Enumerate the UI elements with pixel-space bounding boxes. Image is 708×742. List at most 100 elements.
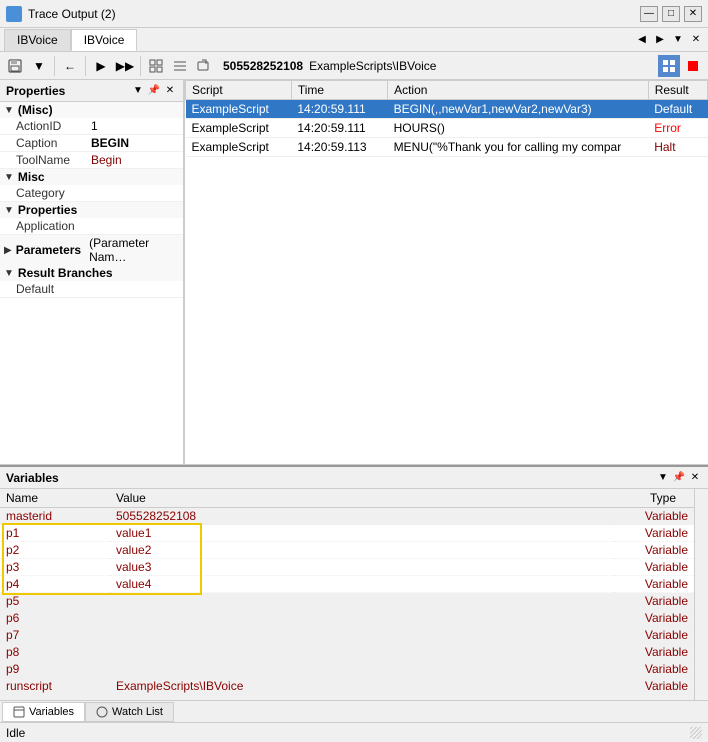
tab-close-button[interactable]: ✕: [688, 32, 704, 48]
tab-watchlist[interactable]: Watch List: [85, 702, 174, 722]
main-toolbar: ▼ ← ▶ ▶▶ 505528252108 ExampleScripts\IBV…: [0, 52, 708, 80]
var-name: p7: [0, 627, 110, 644]
stop-button[interactable]: [682, 55, 704, 77]
minimize-button[interactable]: —: [640, 6, 658, 22]
variable-row[interactable]: p9 Variable: [0, 661, 694, 678]
tab-nav-left[interactable]: ◀: [634, 32, 650, 48]
variables-pin-btn[interactable]: 📌: [672, 471, 686, 485]
params-label: Parameters: [16, 243, 81, 257]
trace-table: Script Time Action Result ExampleScript …: [185, 80, 708, 157]
props-arrow: ▼: [4, 205, 14, 216]
col-script: Script: [186, 81, 292, 100]
variable-row[interactable]: p6 Variable: [0, 610, 694, 627]
section-result-branches[interactable]: ▼ Result Branches: [0, 265, 183, 281]
trace-action: HOURS(): [388, 119, 649, 138]
trace-row[interactable]: ExampleScript 14:20:59.111 BEGIN(,,newVa…: [186, 100, 708, 119]
trace-result: Default: [648, 100, 707, 119]
tab-ibvoice1[interactable]: IBVoice: [4, 29, 71, 51]
var-value: [110, 593, 614, 610]
trace-row[interactable]: ExampleScript 14:20:59.113 MENU("%Thank …: [186, 138, 708, 157]
variable-row[interactable]: p7 Variable: [0, 627, 694, 644]
var-name: p9: [0, 661, 110, 678]
variables-table-container[interactable]: Name Value Type masterid 505528252108 Va…: [0, 489, 694, 700]
var-name: p5: [0, 593, 110, 610]
variable-row[interactable]: p8 Variable: [0, 644, 694, 661]
maximize-button[interactable]: □: [662, 6, 680, 22]
trace-script: ExampleScript: [186, 138, 292, 157]
var-value: value3: [110, 559, 614, 576]
trace-scroll[interactable]: Script Time Action Result ExampleScript …: [185, 80, 708, 464]
trace-time: 14:20:59.111: [291, 119, 387, 138]
grid1-button[interactable]: [145, 55, 167, 77]
properties-pin-btn[interactable]: 📌: [147, 84, 161, 98]
trace-time: 14:20:59.111: [291, 100, 387, 119]
tab-variables-label: Variables: [29, 706, 74, 718]
variable-row[interactable]: masterid 505528252108 Variable: [0, 508, 694, 525]
tab-ibvoice2[interactable]: IBVoice: [71, 29, 138, 51]
status-bar: Idle: [0, 722, 708, 742]
var-name: p2: [0, 542, 110, 559]
grid2-button[interactable]: [169, 55, 191, 77]
var-name: p8: [0, 644, 110, 661]
prop-actionid: ActionID 1: [0, 118, 183, 135]
section-parameters[interactable]: ▶ Parameters (Parameter Nam…: [0, 235, 183, 265]
params-value: (Parameter Nam…: [89, 236, 179, 264]
play-button[interactable]: ▶: [90, 55, 112, 77]
col-var-name: Name: [0, 489, 110, 508]
var-type: Variable: [614, 644, 694, 661]
window-controls: — □ ✕: [640, 6, 702, 22]
prop-caption: Caption BEGIN: [0, 135, 183, 152]
prop-default: Default: [0, 281, 183, 298]
variables-header: Variables ▼ 📌 ✕: [0, 467, 708, 489]
variables-close-btn[interactable]: ✕: [688, 471, 702, 485]
col-var-type: Type: [614, 489, 694, 508]
status-text: Idle: [6, 726, 25, 740]
var-value: [110, 627, 614, 644]
tab-variables[interactable]: Variables: [2, 702, 85, 722]
section-misc[interactable]: ▼ (Misc): [0, 102, 183, 118]
variable-row[interactable]: p2 value2 Variable: [0, 542, 694, 559]
close-button[interactable]: ✕: [684, 6, 702, 22]
properties-close-btn[interactable]: ✕: [163, 84, 177, 98]
var-value: [110, 610, 614, 627]
trace-output-panel: Script Time Action Result ExampleScript …: [185, 80, 708, 464]
var-name: p1: [0, 525, 110, 542]
variables-table: Name Value Type masterid 505528252108 Va…: [0, 489, 694, 695]
misc2-label: Misc: [18, 170, 45, 184]
tab-bar: IBVoice IBVoice ◀ ▶ ▼ ✕: [0, 28, 708, 52]
dropdown-button[interactable]: ▼: [28, 55, 50, 77]
tab-nav-right[interactable]: ▶: [652, 32, 668, 48]
variable-row[interactable]: p4 value4 Variable: [0, 576, 694, 593]
section-misc2[interactable]: ▼ Misc: [0, 169, 183, 185]
trace-row[interactable]: ExampleScript 14:20:59.111 HOURS() Error: [186, 119, 708, 138]
trace-script: ExampleScript: [186, 100, 292, 119]
variables-title: Variables: [6, 471, 59, 485]
var-name: runscript: [0, 678, 110, 695]
misc2-arrow: ▼: [4, 172, 14, 183]
save-button[interactable]: [4, 55, 26, 77]
back-button[interactable]: ←: [59, 55, 81, 77]
var-type: Variable: [614, 525, 694, 542]
variable-row[interactable]: p3 value3 Variable: [0, 559, 694, 576]
properties-dropdown-btn[interactable]: ▼: [131, 84, 145, 98]
variables-dropdown-btn[interactable]: ▼: [656, 471, 670, 485]
var-type: Variable: [614, 576, 694, 593]
play-fast-button[interactable]: ▶▶: [114, 55, 136, 77]
var-type: Variable: [614, 559, 694, 576]
misc-label: (Misc): [18, 103, 53, 117]
resize-grip: [690, 727, 702, 739]
section-props[interactable]: ▼ Properties: [0, 202, 183, 218]
grid-icon-btn[interactable]: [658, 55, 680, 77]
var-type: Variable: [614, 661, 694, 678]
variable-row[interactable]: p1 value1 Variable: [0, 525, 694, 542]
misc-arrow: ▼: [4, 105, 14, 116]
variable-row[interactable]: runscript ExampleScripts\IBVoice Variabl…: [0, 678, 694, 695]
tab-nav-menu[interactable]: ▼: [670, 32, 686, 48]
trace-script: ExampleScript: [186, 119, 292, 138]
main-area: Properties ▼ 📌 ✕ ▼ (Misc) ActionID 1 Cap…: [0, 80, 708, 465]
var-value: ExampleScripts\IBVoice: [110, 678, 614, 695]
scrollbar[interactable]: [694, 489, 708, 700]
export-button[interactable]: [193, 55, 215, 77]
title-bar: Trace Output (2) — □ ✕: [0, 0, 708, 28]
variable-row[interactable]: p5 Variable: [0, 593, 694, 610]
